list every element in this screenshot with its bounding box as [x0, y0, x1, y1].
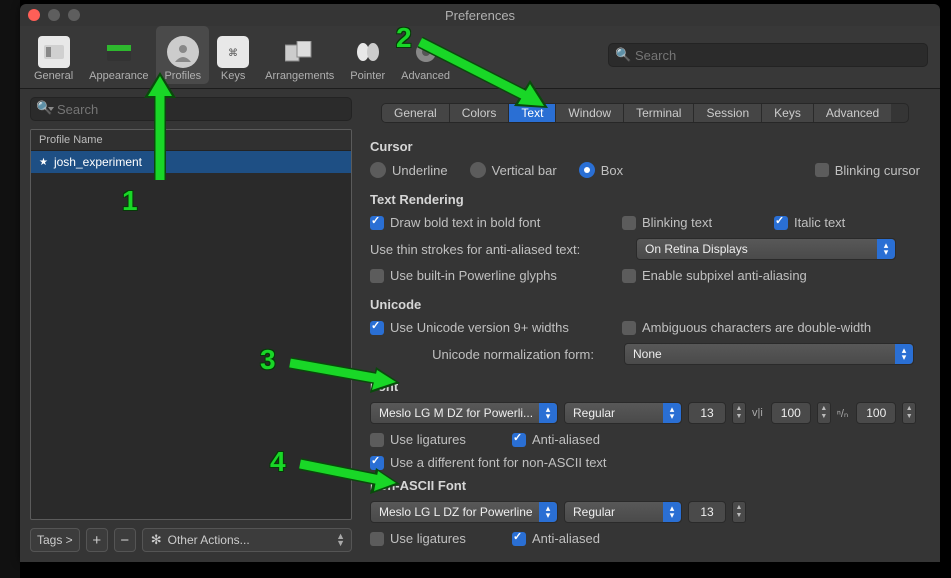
diff-font-checkbox[interactable]: Use a different font for non-ASCII text	[370, 455, 607, 470]
toolbar-profiles[interactable]: Profiles	[156, 26, 209, 84]
window-title: Preferences	[20, 8, 940, 23]
font-n-stepper[interactable]: ▲▼	[902, 402, 916, 424]
advanced-icon	[410, 36, 442, 68]
thin-strokes-select[interactable]: On Retina Displays▴▾	[636, 238, 896, 260]
norm-label: Unicode normalization form:	[370, 347, 602, 362]
updown-icon: ▴▾	[663, 502, 681, 522]
toolbar-search-input[interactable]	[608, 43, 928, 67]
toolbar-appearance[interactable]: Appearance	[81, 26, 156, 84]
textrender-heading: Text Rendering	[370, 192, 920, 207]
font-heading: Font	[370, 379, 920, 394]
thin-strokes-label: Use thin strokes for anti-aliased text:	[370, 242, 614, 257]
profiles-icon	[167, 36, 199, 68]
search-icon: 🔍	[615, 47, 631, 63]
font-size-input[interactable]	[688, 402, 726, 424]
italic-checkbox[interactable]: Italic text	[774, 215, 845, 230]
sidebar-search[interactable]: 🔍	[30, 97, 352, 121]
arrangements-icon	[284, 36, 316, 68]
nonascii-size-input[interactable]	[688, 501, 726, 523]
cursor-heading: Cursor	[370, 139, 920, 154]
sidebar-search-input[interactable]	[30, 97, 352, 121]
font-n-input[interactable]	[856, 402, 896, 424]
appearance-icon	[103, 36, 135, 68]
profile-table: Profile Name ★ josh_experiment	[30, 129, 352, 520]
tab-colors[interactable]: Colors	[450, 104, 510, 122]
updown-icon: ▴▾	[663, 403, 681, 423]
profile-name: josh_experiment	[54, 155, 142, 169]
tabbar: General Colors Text Window Terminal Sess…	[381, 103, 909, 123]
tab-window[interactable]: Window	[556, 104, 624, 122]
toolbar-keys[interactable]: ⌘ Keys	[209, 26, 257, 84]
cursor-vertical[interactable]: Vertical bar	[470, 162, 557, 178]
preferences-window: Preferences General Appearance Profiles …	[20, 4, 940, 562]
norm-select[interactable]: None▴▾	[624, 343, 914, 365]
ambiguous-checkbox[interactable]: Ambiguous characters are double-width	[622, 320, 871, 335]
updown-icon: ▴▾	[539, 502, 557, 522]
tab-text[interactable]: Text	[509, 104, 556, 122]
tags-button[interactable]: Tags >	[30, 528, 80, 552]
toolbar-pointer[interactable]: Pointer	[342, 26, 393, 84]
font-vi-input[interactable]	[771, 402, 811, 424]
unicode-heading: Unicode	[370, 297, 920, 312]
font-family-select[interactable]: Meslo LG M DZ for Powerli...▴▾	[370, 402, 558, 424]
toolbar-general[interactable]: General	[26, 26, 81, 84]
bold-checkbox[interactable]: Draw bold text in bold font	[370, 215, 600, 230]
font-style-select[interactable]: Regular▴▾	[564, 402, 682, 424]
ligatures-checkbox[interactable]: Use ligatures	[370, 432, 490, 447]
add-button[interactable]: +	[86, 528, 108, 552]
remove-button[interactable]: −	[114, 528, 136, 552]
titlebar: Preferences	[20, 4, 940, 26]
blinking-cursor[interactable]: Blinking cursor	[815, 163, 920, 178]
powerline-checkbox[interactable]: Use built-in Powerline glyphs	[370, 268, 600, 283]
star-icon: ★	[39, 157, 48, 168]
updown-icon: ▴▾	[895, 344, 913, 364]
blinking-text-checkbox[interactable]: Blinking text	[622, 215, 752, 230]
pointer-icon	[352, 36, 384, 68]
keys-icon: ⌘	[217, 36, 249, 68]
sidebar-footer: Tags > + − ✻ Other Actions... ▲▼	[30, 528, 352, 552]
toolbar-advanced[interactable]: Advanced	[393, 26, 458, 84]
profile-table-header: Profile Name	[31, 130, 351, 151]
nonascii-family-select[interactable]: Meslo LG L DZ for Powerline▴▾	[370, 501, 558, 523]
aa-checkbox[interactable]: Anti-aliased	[512, 432, 600, 447]
tab-general[interactable]: General	[382, 104, 450, 122]
font-vi-stepper[interactable]: ▲▼	[817, 402, 831, 424]
n-icon: ⁿ/ₙ	[837, 407, 850, 420]
updown-icon: ▴▾	[877, 239, 895, 259]
svg-text:⌘: ⌘	[228, 48, 238, 59]
cursor-underline[interactable]: Underline	[370, 162, 448, 178]
profile-row[interactable]: ★ josh_experiment	[31, 151, 351, 173]
nonascii-size-stepper[interactable]: ▲▼	[732, 501, 746, 523]
tab-session[interactable]: Session	[694, 104, 762, 122]
toolbar: General Appearance Profiles ⌘ Keys Arran…	[20, 26, 940, 89]
subpixel-checkbox[interactable]: Enable subpixel anti-aliasing	[622, 268, 807, 283]
font-size-stepper[interactable]: ▲▼	[732, 402, 746, 424]
nonascii-aa-checkbox[interactable]: Anti-aliased	[512, 531, 600, 546]
tab-terminal[interactable]: Terminal	[624, 104, 694, 122]
toolbar-arrangements[interactable]: Arrangements	[257, 26, 342, 84]
tab-keys[interactable]: Keys	[762, 104, 814, 122]
terminal-gutter	[0, 0, 20, 578]
updown-icon: ▴▾	[539, 403, 557, 423]
vi-icon: v|i	[752, 407, 765, 419]
nonascii-style-select[interactable]: Regular▴▾	[564, 501, 682, 523]
nonascii-heading: Non-ASCII Font	[370, 478, 920, 493]
unicode9-checkbox[interactable]: Use Unicode version 9+ widths	[370, 320, 600, 335]
main-panel: General Colors Text Window Terminal Sess…	[360, 89, 940, 562]
general-icon	[38, 36, 70, 68]
updown-icon: ▲▼	[336, 533, 345, 547]
nonascii-ligatures-checkbox[interactable]: Use ligatures	[370, 531, 490, 546]
tab-advanced[interactable]: Advanced	[814, 104, 891, 122]
other-actions-button[interactable]: ✻ Other Actions... ▲▼	[142, 528, 352, 552]
gear-icon: ✻	[151, 532, 162, 548]
sidebar: 🔍 Profile Name ★ josh_experiment Tags > …	[20, 89, 360, 562]
cursor-box[interactable]: Box	[579, 162, 623, 178]
chevron-down-icon	[48, 107, 54, 111]
toolbar-search[interactable]: 🔍	[608, 43, 928, 67]
